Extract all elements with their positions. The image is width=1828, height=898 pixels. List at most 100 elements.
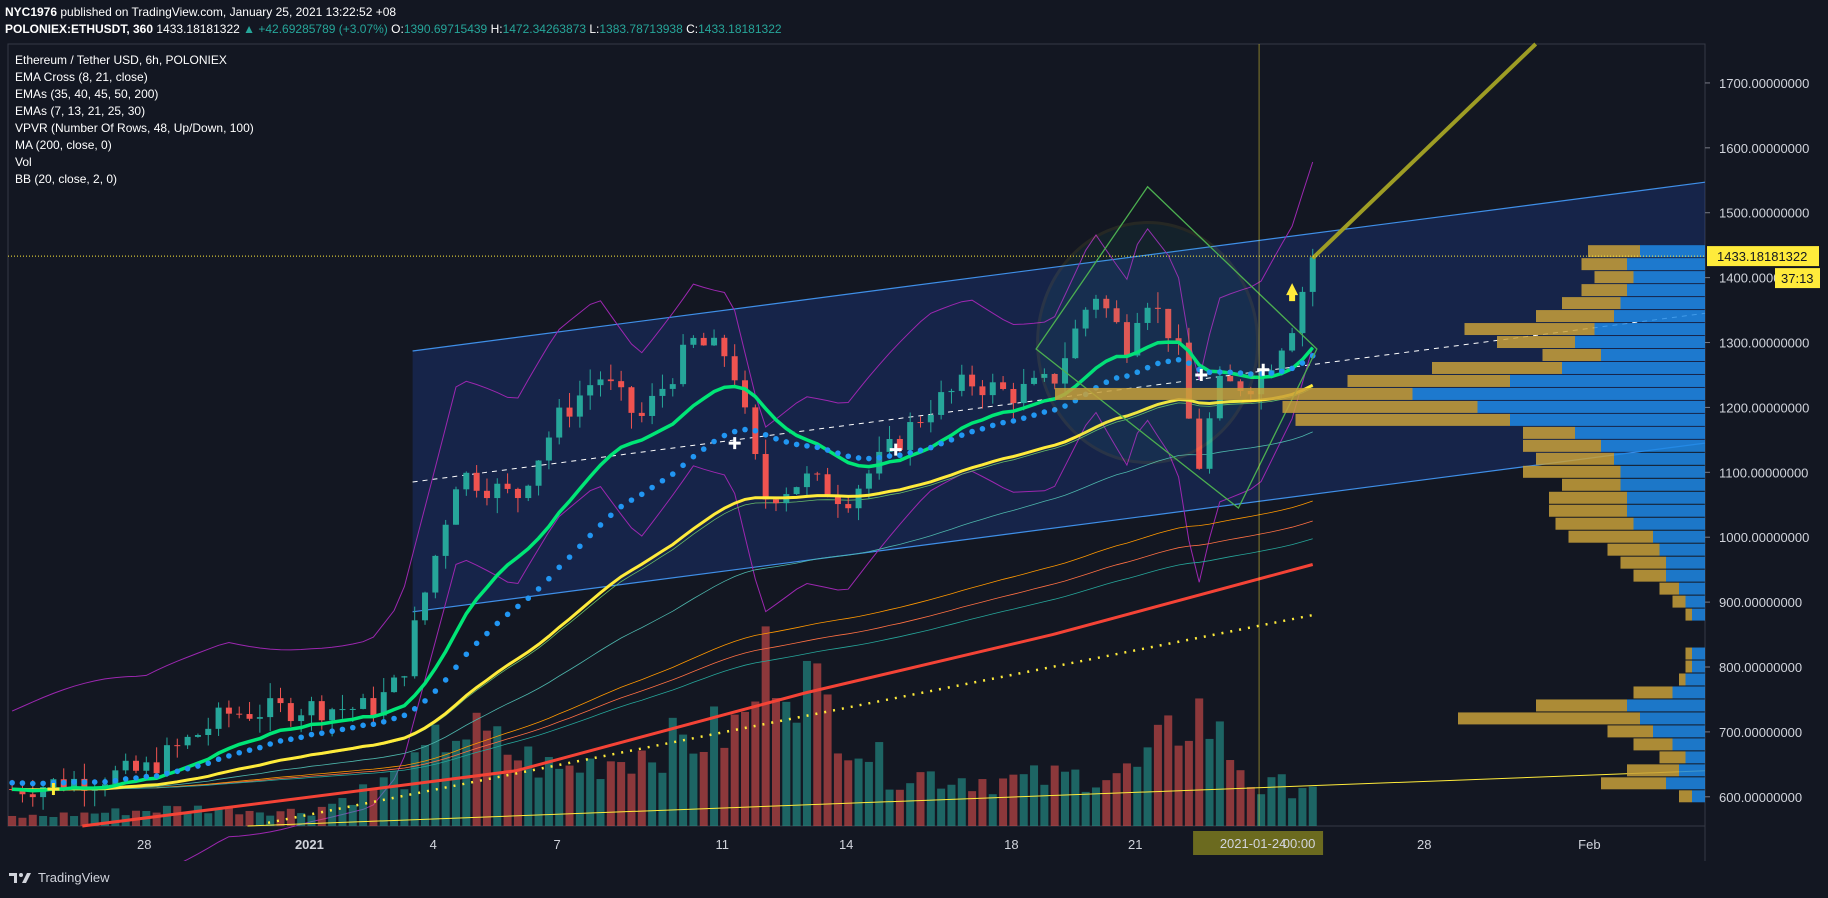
price-chart[interactable]: 1700.00000000 1600.00000000 1500.00000000 1… (0, 40, 1828, 861)
volume-bar (1184, 740, 1193, 826)
candle-body (432, 555, 439, 593)
legend-bb[interactable]: BB (20, close, 2, 0) (15, 171, 254, 188)
vp-up-bar (1510, 413, 1705, 426)
ema-dot (773, 435, 779, 442)
vp-down-bar (1581, 284, 1627, 297)
volume-bar (937, 788, 946, 826)
ema-dot (184, 765, 191, 772)
volume-bar (534, 777, 543, 826)
volume-bar (1226, 760, 1235, 826)
ema-dot (721, 432, 728, 439)
candle-body (545, 437, 552, 461)
ema-dot (29, 780, 36, 787)
candle-body (308, 701, 315, 716)
candle-body (762, 454, 769, 500)
candle-body (649, 395, 656, 416)
vp-up-bar (1601, 349, 1705, 361)
vp-up-bar (1666, 777, 1705, 790)
volume-bar (864, 761, 873, 826)
ema-dot (731, 428, 738, 435)
candle-body (349, 708, 356, 710)
vp-up-bar (1614, 310, 1705, 323)
legend-ema-cross[interactable]: EMA Cross (8, 21, close) (15, 69, 254, 86)
vp-down-bar (1633, 738, 1673, 751)
vp-up-bar (1620, 297, 1705, 310)
ema-dot (690, 453, 697, 460)
candle-body (711, 337, 718, 346)
ema-dot (319, 730, 325, 736)
volume-bar (39, 816, 48, 826)
tradingview-brand[interactable]: TradingView (8, 870, 110, 885)
volume-bar (1061, 771, 1070, 826)
ema-dot (71, 779, 77, 785)
legend-main-series[interactable]: Ethereum / Tether USD, 6h, POLONIEX (15, 52, 254, 69)
price-tick-label: 1200.00000000 (1719, 400, 1809, 415)
vp-down-bar (1685, 647, 1692, 660)
legend-ma[interactable]: MA (200, close, 0) (15, 137, 254, 154)
volume-bar (1267, 777, 1276, 826)
volume-bar (1164, 715, 1173, 826)
ema-dot (515, 603, 521, 610)
candle-body (339, 709, 346, 711)
volume-bar (1215, 721, 1224, 826)
vp-down-bar (1536, 310, 1614, 323)
volume-bar (8, 815, 17, 826)
volume-bar (390, 770, 399, 826)
candle-body (122, 760, 129, 771)
ema-dot (804, 443, 810, 449)
ema-dot (783, 439, 790, 445)
vp-down-bar (1685, 660, 1692, 673)
candle-body (514, 488, 521, 499)
last-price-tag-label: 1433.18181322 (1717, 249, 1807, 264)
volume-bar (1071, 769, 1080, 826)
vp-down-bar (1581, 258, 1627, 271)
ema-dot (215, 756, 222, 763)
candle-body (463, 472, 470, 490)
volume-bar (59, 812, 68, 826)
candle-body (793, 487, 800, 495)
ema-dot (339, 726, 346, 733)
publisher-name[interactable]: NYC1976 (5, 5, 57, 19)
open-label: O: (391, 22, 404, 36)
legend-vol[interactable]: Vol (15, 154, 254, 171)
candle-body (659, 388, 666, 396)
ema-dot (401, 712, 408, 719)
legend-vpvr[interactable]: VPVR (Number Of Rows, 48, Up/Down, 100) (15, 120, 254, 137)
candle-body (1299, 291, 1306, 334)
ema-dot (969, 428, 975, 435)
price-tick-label: 1600.00000000 (1719, 141, 1809, 156)
volume-bar (782, 701, 791, 826)
low-value: 1383.78713938 (599, 22, 683, 36)
vp-up-bar (1666, 569, 1705, 582)
ema-dot (422, 698, 428, 704)
footer-bar (0, 861, 1828, 898)
ema-dot (473, 640, 480, 647)
vp-down-bar (1523, 465, 1621, 478)
vp-up-bar (1510, 374, 1705, 387)
vp-down-bar (1568, 530, 1653, 543)
vp-up-bar (1672, 686, 1705, 699)
legend-emas-slow[interactable]: EMAs (35, 40, 45, 50, 200) (15, 86, 254, 103)
candle-body (1010, 388, 1017, 404)
candle-body (576, 395, 583, 417)
volume-bar (307, 815, 316, 826)
candle-body (277, 698, 284, 704)
volume-bar (906, 783, 915, 826)
candle-body (814, 473, 821, 475)
ema-dot (60, 779, 67, 786)
candle-body (473, 472, 480, 491)
price-tick-label: 1300.00000000 (1719, 336, 1809, 351)
volume-bar (771, 698, 780, 826)
volume-bar (224, 806, 233, 826)
legend-emas-fast[interactable]: EMAs (7, 13, 21, 25, 30) (15, 103, 254, 120)
vp-up-bar (1685, 673, 1705, 686)
ema-dot (81, 779, 88, 785)
volume-bar (1298, 788, 1307, 826)
vp-up-bar (1692, 647, 1705, 660)
time-tick-label: 4 (430, 837, 437, 852)
candle-body (628, 387, 635, 413)
crosshair-time-label: 00:00 (1283, 836, 1316, 851)
ema-dot (628, 497, 635, 503)
vp-up-bar (1575, 336, 1705, 349)
vp-up-bar (1666, 556, 1705, 569)
